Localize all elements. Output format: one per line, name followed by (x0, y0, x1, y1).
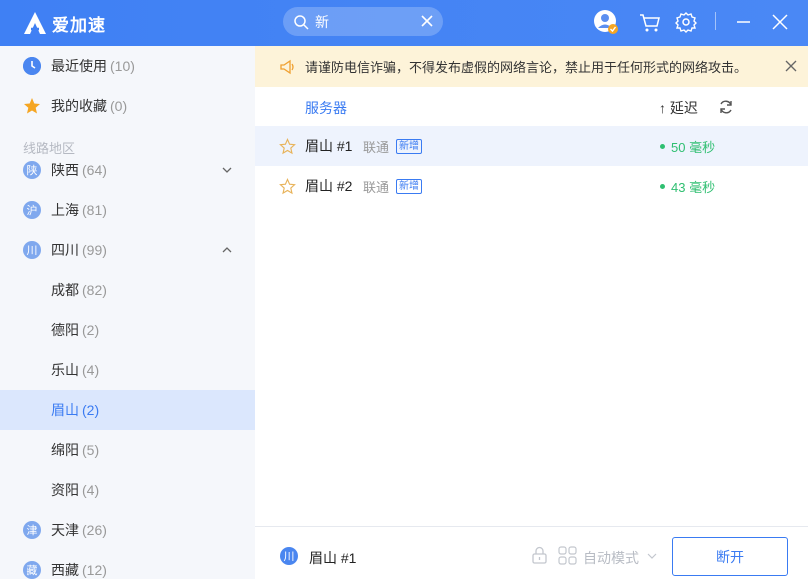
search-input[interactable] (315, 13, 415, 30)
sidebar-item-label: 我的收藏 (51, 98, 107, 114)
latency-value: 43 毫秒 (671, 179, 716, 195)
server-name: 眉山 #1 (305, 138, 353, 154)
latency-value: 50 毫秒 (671, 139, 716, 155)
sidebar-item-count: (12) (82, 562, 107, 578)
server-latency: 50 毫秒 (660, 137, 715, 156)
favorite-star-icon[interactable] (279, 137, 296, 155)
server-row[interactable]: 眉山 #2 联通 新增 43 毫秒 (255, 166, 808, 206)
region-badge: 川 (23, 241, 41, 259)
server-list-header: 服务器 ↑ 延迟 (255, 87, 808, 127)
sidebar-item-count: (64) (82, 162, 107, 178)
cart-icon[interactable] (637, 9, 663, 35)
server-name: 眉山 #2 (305, 178, 353, 194)
sidebar-item-count: (5) (82, 442, 100, 458)
sidebar-item-label: 上海 (51, 202, 79, 218)
megaphone-icon (280, 59, 294, 74)
sidebar-item-tianjin[interactable]: 津 天津 (26) (0, 510, 255, 550)
region-badge: 陕 (23, 161, 41, 179)
sidebar-item-label: 成都 (51, 282, 79, 298)
sidebar-item-count: (82) (82, 282, 107, 298)
sidebar-item-count: (10) (110, 58, 135, 74)
chevron-down-icon[interactable] (221, 164, 233, 176)
sidebar-item-tibet[interactable]: 藏 西藏 (12) (0, 550, 255, 579)
sidebar-item-favorites[interactable]: 我的收藏 (0) (0, 86, 255, 126)
app-logo: 爱加速 (22, 10, 106, 36)
server-column-header[interactable]: 服务器 (305, 98, 347, 118)
clock-icon (23, 57, 41, 75)
sidebar-item-count: (0) (110, 98, 128, 114)
connection-footer: 川 眉山 #1 自动模式 断开 (255, 526, 808, 579)
current-region-badge: 川 (280, 547, 298, 565)
sidebar-item-shanghai[interactable]: 沪 上海 (81) (0, 190, 255, 230)
latency-status-dot (660, 143, 665, 149)
sidebar: 最近使用 (10) 我的收藏 (0) 线路地区 陕 陕西 (64) 沪 上海 (… (0, 46, 255, 579)
star-icon (24, 98, 40, 114)
sidebar-item-label: 西藏 (51, 562, 79, 578)
notice-text: 请谨防电信诈骗，不得发布虚假的网络言论，禁止用于任何形式的网络攻击。 (305, 60, 748, 75)
sidebar-item-sichuan[interactable]: 川 四川 (99) (0, 230, 255, 270)
sidebar-item-leshan[interactable]: 乐山 (4) (0, 350, 255, 390)
sidebar-item-count: (2) (82, 402, 100, 418)
new-badge: 新增 (396, 178, 422, 194)
sidebar-item-label: 绵阳 (51, 442, 79, 458)
user-avatar-icon[interactable] (593, 9, 619, 35)
region-badge: 沪 (23, 201, 41, 219)
sidebar-item-deyang[interactable]: 德阳 (2) (0, 310, 255, 350)
lock-icon[interactable] (531, 546, 548, 564)
close-window-icon[interactable] (767, 9, 793, 35)
app-title: 爱加速 (52, 15, 106, 35)
sidebar-item-chengdu[interactable]: 成都 (82) (0, 270, 255, 310)
region-badge: 藏 (23, 561, 41, 579)
sidebar-item-count: (4) (82, 482, 100, 498)
settings-gear-icon[interactable] (673, 9, 699, 35)
sidebar-item-label: 乐山 (51, 362, 79, 378)
sidebar-item-label: 天津 (51, 522, 79, 538)
sidebar-item-meishan[interactable]: 眉山 (2) (0, 390, 255, 430)
sidebar-item-count: (81) (82, 202, 107, 218)
search-box[interactable] (283, 7, 443, 36)
logo-icon (24, 12, 46, 34)
region-badge: 津 (23, 521, 41, 539)
sidebar-item-count: (4) (82, 362, 100, 378)
sidebar-item-count: (26) (82, 522, 107, 538)
sidebar-item-recent[interactable]: 最近使用 (10) (0, 46, 255, 86)
sidebar-item-count: (2) (82, 322, 100, 338)
sidebar-item-shaanxi[interactable]: 陕 陕西 (64) (0, 150, 255, 190)
sidebar-item-label: 四川 (51, 242, 79, 258)
chevron-up-icon[interactable] (221, 244, 233, 256)
sidebar-item-label: 德阳 (51, 322, 79, 338)
sidebar-item-ziyang[interactable]: 资阳 (4) (0, 470, 255, 510)
notice-banner: 请谨防电信诈骗，不得发布虚假的网络言论，禁止用于任何形式的网络攻击。 (255, 46, 808, 87)
sidebar-item-count: (99) (82, 242, 107, 258)
close-notice-icon[interactable] (784, 59, 798, 73)
server-isp: 联通 (363, 139, 390, 155)
clear-search-icon[interactable] (419, 13, 435, 29)
sidebar-item-label: 陕西 (51, 162, 79, 178)
sidebar-item-mianyang[interactable]: 绵阳 (5) (0, 430, 255, 470)
chevron-down-icon[interactable] (647, 551, 657, 561)
sidebar-item-label: 最近使用 (51, 58, 107, 74)
disconnect-button[interactable]: 断开 (672, 537, 788, 576)
title-bar: 爱加速 (0, 0, 808, 46)
sidebar-item-label: 眉山 (51, 402, 79, 418)
titlebar-separator (715, 12, 716, 30)
mode-select[interactable]: 自动模式 (583, 548, 639, 568)
sidebar-item-label: 资阳 (51, 482, 79, 498)
search-icon (294, 14, 309, 30)
current-server-name: 眉山 #1 (309, 550, 357, 566)
main-panel: 请谨防电信诈骗，不得发布虚假的网络言论，禁止用于任何形式的网络攻击。 服务器 ↑… (255, 46, 808, 579)
server-row[interactable]: 眉山 #1 联通 新增 50 毫秒 (255, 126, 808, 166)
new-badge: 新增 (396, 138, 422, 154)
mode-grid-icon (558, 546, 577, 565)
latency-status-dot (660, 183, 665, 189)
favorite-star-icon[interactable] (279, 177, 296, 195)
minimize-icon[interactable] (730, 9, 756, 35)
server-isp: 联通 (363, 179, 390, 195)
server-latency: 43 毫秒 (660, 177, 715, 196)
refresh-icon[interactable] (718, 99, 734, 115)
latency-sort-header[interactable]: ↑ 延迟 (659, 98, 698, 118)
